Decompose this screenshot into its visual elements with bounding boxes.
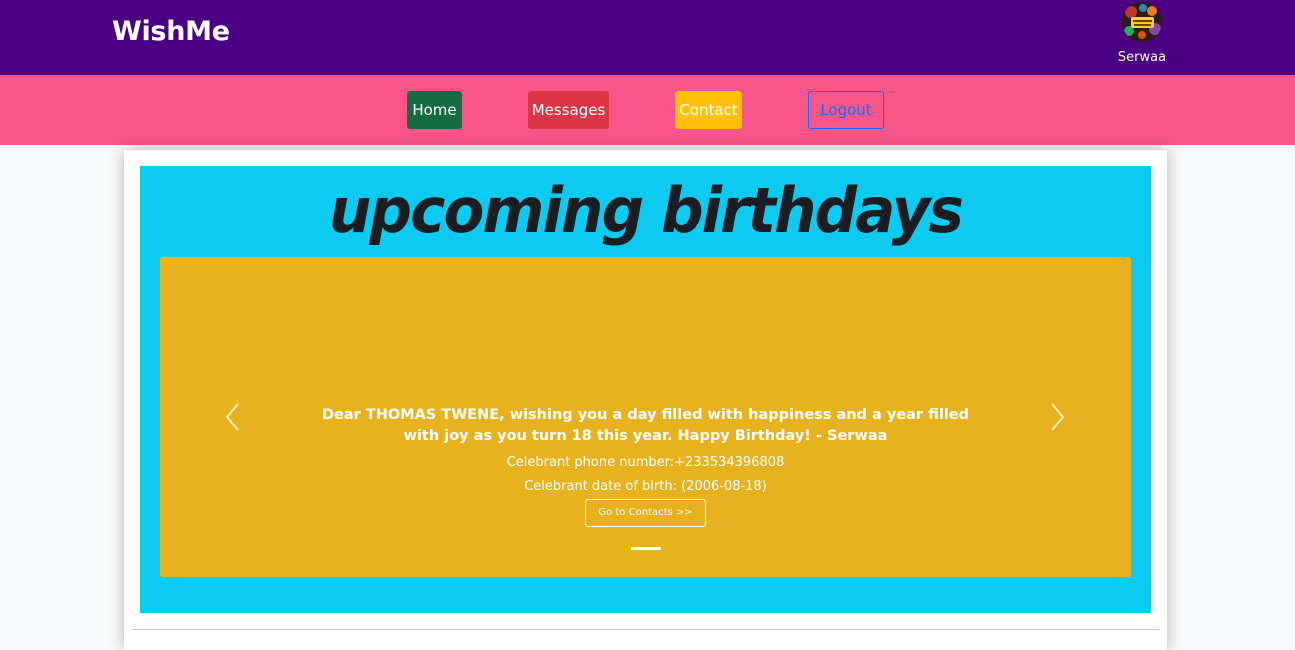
user-profile[interactable]: Serwaa — [1110, 2, 1174, 70]
main-card: upcoming birthdays Dear THOMAS TWENE, wi… — [124, 150, 1167, 650]
page-title: upcoming birthdays — [328, 174, 964, 247]
messages-button[interactable]: Messages — [528, 91, 609, 129]
go-to-contacts-button[interactable]: Go to Contacts >> — [585, 499, 706, 527]
birthdays-panel: upcoming birthdays Dear THOMAS TWENE, wi… — [140, 166, 1151, 613]
wish-message: Dear THOMAS TWENE, wishing you a day fil… — [321, 407, 970, 444]
celebrant-phone: Celebrant phone number:+233534396808 — [506, 455, 785, 470]
celebrant-dob: Celebrant date of birth: (2006-08-18) — [524, 479, 767, 494]
top-header: WishMe Serwaa — [0, 0, 1295, 75]
chevron-right-icon[interactable] — [1042, 399, 1072, 435]
slide-caption: Dear THOMAS TWENE, wishing you a day fil… — [300, 405, 991, 527]
brand-logo-text[interactable]: WishMe — [112, 16, 230, 47]
avatar[interactable] — [1122, 2, 1162, 42]
birthday-carousel: Dear THOMAS TWENE, wishing you a day fil… — [160, 257, 1131, 577]
contact-button[interactable]: Contact — [675, 91, 742, 129]
divider — [132, 629, 1159, 630]
chevron-left-icon[interactable] — [218, 399, 248, 435]
main-nav: Home Messages Contact Logout — [0, 75, 1295, 145]
user-name: Serwaa — [1117, 50, 1167, 65]
logout-button[interactable]: Logout — [808, 91, 884, 129]
carousel-indicator[interactable] — [631, 547, 661, 550]
home-button[interactable]: Home — [407, 91, 462, 129]
